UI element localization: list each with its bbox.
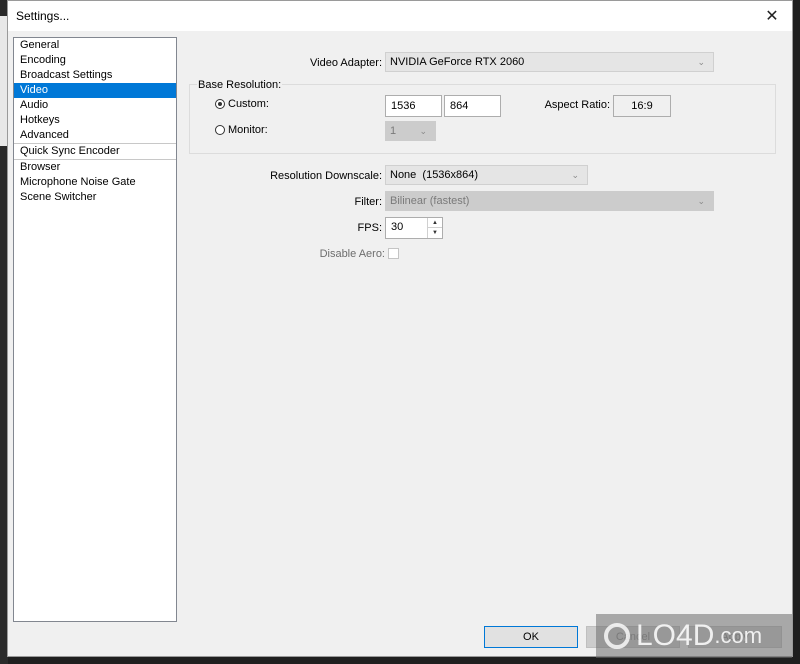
nav-item-quick-sync-encoder[interactable]: Quick Sync Encoder	[14, 144, 176, 159]
chevron-down-icon: ⌄	[571, 170, 579, 180]
video-adapter-dropdown[interactable]: NVIDIA GeForce RTX 2060 ⌄	[385, 52, 714, 72]
watermark-suffix: .com	[714, 623, 763, 648]
aspect-ratio-label: Aspect Ratio:	[544, 99, 610, 111]
window-title: Settings...	[16, 9, 70, 23]
nav-item-audio[interactable]: Audio	[14, 98, 176, 113]
filter-dropdown[interactable]: Bilinear (fastest) ⌄	[385, 191, 714, 211]
video-adapter-label: Video Adapter:	[310, 57, 382, 69]
close-icon: ✕	[765, 8, 779, 25]
monitor-label: Monitor:	[228, 124, 268, 136]
resolution-downscale-dropdown[interactable]: None (1536x864) ⌄	[385, 165, 588, 185]
close-button[interactable]: ✕	[752, 1, 792, 31]
monitor-value: 1	[390, 125, 397, 137]
chevron-down-icon: ⌄	[419, 126, 427, 136]
chevron-down-icon: ⌄	[697, 57, 705, 67]
disable-aero-checkbox[interactable]	[388, 248, 399, 259]
nav-item-general[interactable]: General	[14, 38, 176, 53]
monitor-dropdown[interactable]: 1 ⌄	[385, 121, 436, 141]
nav-item-video[interactable]: Video	[14, 83, 176, 98]
title-bar: Settings... ✕	[8, 1, 792, 31]
fps-label: FPS:	[357, 222, 382, 234]
spin-down-icon[interactable]: ▼	[428, 228, 442, 238]
disable-aero-label: Disable Aero:	[319, 248, 385, 260]
nav-item-microphone-noise-gate[interactable]: Microphone Noise Gate	[14, 175, 176, 190]
nav-item-scene-switcher[interactable]: Scene Switcher	[14, 190, 176, 205]
nav-item-advanced[interactable]: Advanced	[14, 128, 176, 143]
nav-item-browser[interactable]: Browser	[14, 160, 176, 175]
radio-unselected-icon	[215, 125, 225, 135]
resolution-downscale-label: Resolution Downscale:	[270, 170, 382, 182]
watermark-text: LO4D	[636, 619, 715, 652]
lo4d-watermark: LO4D .com	[596, 614, 792, 658]
fps-spinbox[interactable]: 30 ▲ ▼	[385, 217, 443, 239]
ok-button[interactable]: OK	[484, 626, 578, 648]
custom-label: Custom:	[228, 98, 269, 110]
resolution-width-input[interactable]: 1536	[385, 95, 442, 117]
nav-item-encoding[interactable]: Encoding	[14, 53, 176, 68]
settings-category-list[interactable]: General Encoding Broadcast Settings Vide…	[13, 37, 177, 622]
fps-spin-buttons: ▲ ▼	[427, 218, 442, 238]
lo4d-logo-icon	[604, 623, 630, 649]
fps-value: 30	[391, 221, 404, 233]
base-resolution-title: Base Resolution:	[197, 79, 283, 91]
nav-item-hotkeys[interactable]: Hotkeys	[14, 113, 176, 128]
video-adapter-value: NVIDIA GeForce RTX 2060	[390, 56, 525, 68]
monitor-radio[interactable]: Monitor:	[215, 124, 268, 136]
aspect-ratio-value: 16:9	[613, 95, 671, 117]
filter-value: Bilinear (fastest)	[390, 195, 470, 207]
radio-selected-icon	[215, 99, 225, 109]
nav-item-broadcast-settings[interactable]: Broadcast Settings	[14, 68, 176, 83]
filter-label: Filter:	[354, 196, 383, 208]
background-window-edge	[0, 16, 7, 146]
settings-window: Settings... ✕ General Encoding Broadcast…	[7, 0, 793, 657]
resolution-downscale-value: None (1536x864)	[390, 169, 479, 181]
resolution-height-input[interactable]: 864	[444, 95, 501, 117]
chevron-down-icon: ⌄	[697, 196, 705, 206]
custom-radio[interactable]: Custom:	[215, 98, 269, 110]
spin-up-icon[interactable]: ▲	[428, 218, 442, 228]
